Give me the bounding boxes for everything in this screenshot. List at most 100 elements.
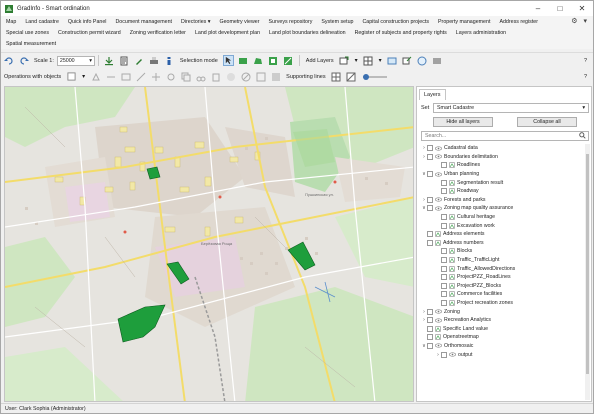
cut-icon[interactable]	[195, 71, 206, 82]
redo-icon[interactable]	[18, 55, 29, 66]
settings-gear-icon[interactable]: ⚙	[571, 17, 577, 25]
menu-item[interactable]: Property management	[433, 19, 494, 25]
layer-tree-item[interactable]: Traffic_TrafficLight	[421, 256, 583, 265]
layer-tree-item[interactable]: ∨ Urban planning	[421, 170, 583, 179]
add-layer-icon[interactable]	[339, 55, 350, 66]
menu-item[interactable]: Land cadastre	[20, 19, 63, 25]
layer-visibility-checkbox[interactable]	[427, 239, 433, 246]
layer-visibility-checkbox[interactable]	[441, 179, 447, 186]
layer-visibility-checkbox[interactable]	[441, 214, 447, 221]
layer-tree-item[interactable]: › Cadastral data	[421, 144, 583, 153]
layer-visibility-checkbox[interactable]	[427, 205, 433, 212]
layer-tree-item[interactable]: Excavation work	[421, 221, 583, 230]
layer-visibility-checkbox[interactable]	[427, 196, 433, 203]
help-icon[interactable]: ?	[584, 74, 587, 80]
layer-tree-item[interactable]: Segmentation result	[421, 178, 583, 187]
opacity-slider[interactable]	[361, 71, 389, 82]
layer-visibility-checkbox[interactable]	[427, 308, 433, 315]
export-icon[interactable]	[402, 55, 413, 66]
copy-icon[interactable]	[180, 71, 191, 82]
move-icon[interactable]	[150, 71, 161, 82]
paste-icon[interactable]	[210, 71, 221, 82]
layer-tree-item[interactable]: Address numbers	[421, 239, 583, 248]
layer-visibility-checkbox[interactable]	[427, 153, 433, 160]
undo-icon[interactable]	[3, 55, 14, 66]
layer-tree-item[interactable]: › Zoning	[421, 307, 583, 316]
tree-scrollbar[interactable]	[585, 144, 590, 400]
merge-icon[interactable]	[120, 71, 131, 82]
layer-visibility-checkbox[interactable]	[427, 231, 433, 238]
line-tool-icon[interactable]	[135, 71, 146, 82]
layer-visibility-checkbox[interactable]	[441, 265, 447, 272]
layer-tree-item[interactable]: Blocks	[421, 247, 583, 256]
edit-vertices-icon[interactable]	[90, 71, 101, 82]
layer-visibility-checkbox[interactable]	[427, 325, 433, 332]
layer-tree-item[interactable]: Roadlines	[421, 161, 583, 170]
layer-tree-item[interactable]: Cultural heritage	[421, 213, 583, 222]
menu-item[interactable]: Directories ▾	[176, 19, 214, 25]
menu-item[interactable]: Register of subjects and property rights	[350, 30, 451, 36]
save-edits-icon[interactable]	[270, 71, 281, 82]
snap-lines-icon[interactable]	[346, 71, 357, 82]
scrollbar-thumb[interactable]	[586, 154, 589, 374]
delete-icon[interactable]	[240, 71, 251, 82]
layer-tree-item[interactable]: Commerce facilities	[421, 290, 583, 299]
image-layer-icon[interactable]	[387, 55, 398, 66]
layer-set-select[interactable]: Smart Cadastre ▾	[433, 103, 589, 113]
chevron-down-icon[interactable]: ▾	[354, 55, 359, 66]
layer-tree-item[interactable]: Address elements	[421, 230, 583, 239]
menu-item[interactable]: Special use zones	[1, 30, 53, 36]
attributes-icon[interactable]	[255, 71, 266, 82]
menu-item[interactable]: Quick info Panel	[63, 19, 111, 25]
menu-dropdown-icon[interactable]: ▾	[583, 17, 587, 25]
menu-item[interactable]: Layers administration	[451, 30, 510, 36]
menu-item[interactable]: Surveys repository	[264, 19, 317, 25]
layer-tree-item[interactable]: › Forests and parks	[421, 196, 583, 205]
layer-tree-item[interactable]: Roadway	[421, 187, 583, 196]
layer-visibility-checkbox[interactable]	[441, 299, 447, 306]
layer-search-input[interactable]: Search...	[421, 131, 589, 141]
download-icon[interactable]	[104, 55, 115, 66]
menu-item[interactable]: Address register	[494, 19, 542, 25]
layer-tree-item[interactable]: ∨ Orthomosaic	[421, 342, 583, 351]
info-icon[interactable]	[164, 55, 175, 66]
layer-grid-icon[interactable]	[363, 55, 374, 66]
menu-item[interactable]: Construction permit wizard	[53, 30, 125, 36]
layer-visibility-checkbox[interactable]	[441, 291, 447, 298]
chevron-down-icon[interactable]: ▾	[81, 71, 86, 82]
layer-visibility-checkbox[interactable]	[427, 171, 433, 178]
menu-item[interactable]: Capital construction projects	[357, 19, 433, 25]
menu-item[interactable]: Land plot development plan	[190, 30, 264, 36]
menu-item[interactable]: Map	[1, 19, 20, 25]
layer-list-icon[interactable]	[432, 55, 443, 66]
menu-item[interactable]: System setup	[316, 19, 357, 25]
document-icon[interactable]	[119, 55, 130, 66]
layer-visibility-checkbox[interactable]	[441, 257, 447, 264]
grid-lines-icon[interactable]	[331, 71, 342, 82]
split-icon[interactable]	[105, 71, 116, 82]
layer-tree-item[interactable]: ProjectPZZ_Blocks	[421, 282, 583, 291]
tab-layers[interactable]: Layers	[419, 89, 446, 100]
maximize-button[interactable]: □	[549, 1, 571, 16]
layer-visibility-checkbox[interactable]	[441, 282, 447, 289]
layer-visibility-checkbox[interactable]	[441, 248, 447, 255]
layer-tree-item[interactable]: Openstreetmap	[421, 333, 583, 342]
menu-item[interactable]: Spatial measurement	[1, 41, 60, 47]
select-rectangle-icon[interactable]	[238, 55, 249, 66]
close-button[interactable]: ✕	[571, 1, 593, 16]
layer-tree-item[interactable]: Project recreation zones	[421, 299, 583, 308]
buffer-icon[interactable]	[225, 71, 236, 82]
pencil-icon[interactable]	[134, 55, 145, 66]
layer-tree-item[interactable]: › output	[421, 350, 583, 359]
layer-visibility-checkbox[interactable]	[427, 334, 433, 341]
menu-item[interactable]: Document management	[110, 19, 176, 25]
layer-tree-item[interactable]: › Recreation Analytics	[421, 316, 583, 325]
minimize-button[interactable]: –	[527, 1, 549, 16]
layer-visibility-checkbox[interactable]	[427, 342, 433, 349]
print-icon[interactable]	[149, 55, 160, 66]
select-polygon-icon[interactable]	[253, 55, 264, 66]
help-icon[interactable]: ?	[584, 58, 587, 64]
checkbox-icon[interactable]	[66, 71, 77, 82]
layer-visibility-checkbox[interactable]	[441, 222, 447, 229]
menu-item[interactable]: Zoning verification letter	[125, 30, 190, 36]
